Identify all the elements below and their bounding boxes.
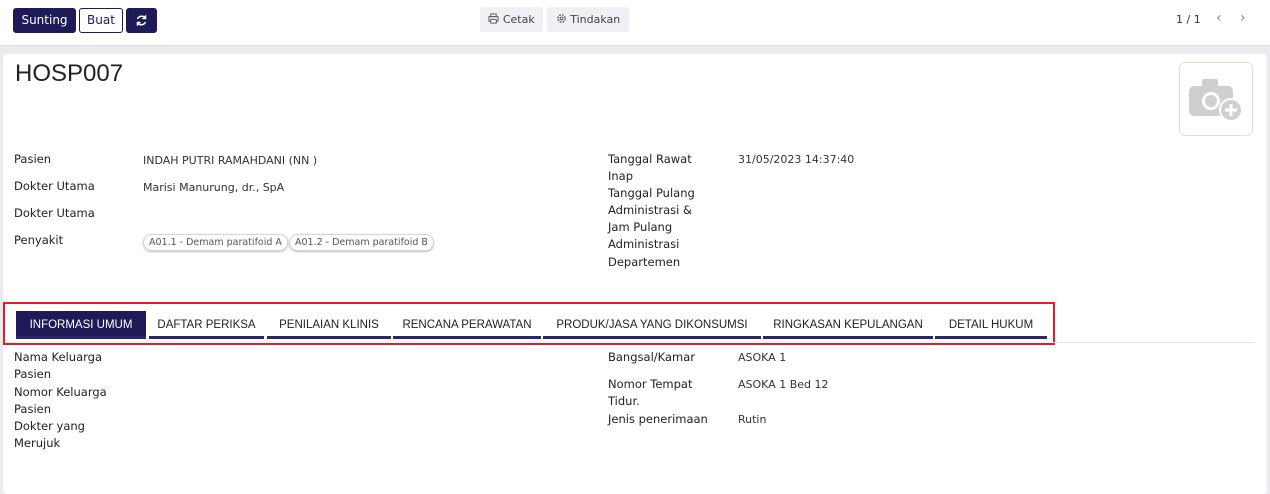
admission-type-value[interactable]: Rutin: [738, 411, 766, 428]
family-number-label: Nomor Keluarga Pasien: [14, 384, 107, 418]
family-name-label-line: Nama Keluarga: [14, 350, 103, 364]
tab-rencana-perawatan[interactable]: RENCANA PERAWATAN: [393, 311, 541, 339]
print-label: Cetak: [502, 13, 535, 26]
tab-detail-hukum[interactable]: DETAIL HUKUM: [935, 311, 1047, 339]
bed-number-value[interactable]: ASOKA 1 Bed 12: [738, 376, 829, 393]
record-title: HOSP007: [15, 60, 124, 87]
disease-tag[interactable]: A01.2 - Demam paratifoid B: [289, 234, 434, 251]
primary-doctor-label: Dokter Utama: [14, 179, 95, 193]
tab-daftar-periksa[interactable]: DAFTAR PERIKSA: [149, 311, 264, 339]
admit-date-label: Tanggal Rawat Inap: [608, 151, 692, 185]
admit-date-label-line: Inap: [608, 169, 634, 183]
admit-date-label-line: Tanggal Rawat: [608, 152, 692, 166]
action-label: Tindakan: [570, 13, 621, 26]
admission-type-label: Jenis penerimaan: [608, 412, 708, 426]
discharge-date-label-line: Jam Pulang: [608, 220, 673, 234]
family-number-label-line: Pasien: [14, 402, 52, 416]
gear-icon: [556, 14, 566, 23]
discharge-date-label-line: Administrasi: [608, 237, 680, 251]
form-sheet: HOSP007 Pasien INDAH PUTRI RAMAHDANI (NN…: [3, 54, 1267, 494]
control-panel: Sunting Buat Cetak Tindakan 1 / 1 ‹ ›: [0, 0, 1270, 46]
referring-doctor-label-line: Dokter yang: [14, 419, 85, 433]
primary-doctor-2-label: Dokter Utama: [14, 206, 95, 220]
department-label: Departemen: [608, 255, 681, 269]
patient-value[interactable]: INDAH PUTRI RAMAHDANI (NN ): [143, 152, 317, 169]
tab-ringkasan-kepulangan[interactable]: RINGKASAN KEPULANGAN: [763, 311, 933, 339]
referring-doctor-label-line: Merujuk: [14, 436, 61, 450]
pager-previous-button[interactable]: ‹: [1216, 10, 1222, 26]
admit-date-value[interactable]: 31/05/2023 14:37:40: [738, 151, 854, 168]
ward-value[interactable]: ASOKA 1: [738, 349, 786, 366]
primary-doctor-value[interactable]: Marisi Manurung, dr., SpA: [143, 179, 284, 196]
tab-penilaian-klinis[interactable]: PENILAIAN KLINIS: [267, 311, 391, 339]
bed-number-label-line: Tidur.: [608, 394, 640, 408]
tab-informasi-umum[interactable]: INFORMASI UMUM: [16, 311, 146, 339]
refresh-button[interactable]: [126, 8, 157, 33]
pager-value[interactable]: 1 / 1: [1176, 13, 1201, 26]
discharge-date-label: Tanggal Pulang Administrasi & Jam Pulang…: [608, 185, 695, 253]
refresh-icon: [136, 15, 147, 26]
family-name-label-line: Pasien: [14, 367, 52, 381]
image-upload[interactable]: [1179, 62, 1253, 136]
referring-doctor-label: Dokter yang Merujuk: [14, 418, 85, 452]
action-button[interactable]: Tindakan: [547, 7, 629, 32]
discharge-date-label-line: Tanggal Pulang: [608, 186, 695, 200]
create-button[interactable]: Buat: [79, 8, 123, 33]
bed-number-label-line: Nomor Tempat: [608, 377, 693, 391]
pager-next-button[interactable]: ›: [1240, 10, 1246, 26]
discharge-date-label-line: Administrasi &: [608, 203, 692, 217]
ward-label: Bangsal/Kamar: [608, 350, 695, 364]
notebook-tabs: INFORMASI UMUM DAFTAR PERIKSA PENILAIAN …: [3, 302, 1055, 345]
camera-add-icon: [1189, 79, 1243, 122]
family-number-label-line: Nomor Keluarga: [14, 385, 107, 399]
disease-label: Penyakit: [14, 233, 64, 247]
edit-button[interactable]: Sunting: [13, 8, 76, 33]
family-name-label: Nama Keluarga Pasien: [14, 349, 102, 383]
disease-tag[interactable]: A01.1 - Demam paratifoid A: [143, 234, 288, 251]
patient-label: Pasien: [14, 152, 52, 166]
tab-divider: [1053, 342, 1255, 343]
tab-produk-jasa[interactable]: PRODUK/JASA YANG DIKONSUMSI: [543, 311, 761, 339]
bed-number-label: Nomor Tempat Tidur.: [608, 376, 692, 410]
print-button[interactable]: Cetak: [480, 7, 543, 32]
printer-icon: [488, 13, 499, 24]
